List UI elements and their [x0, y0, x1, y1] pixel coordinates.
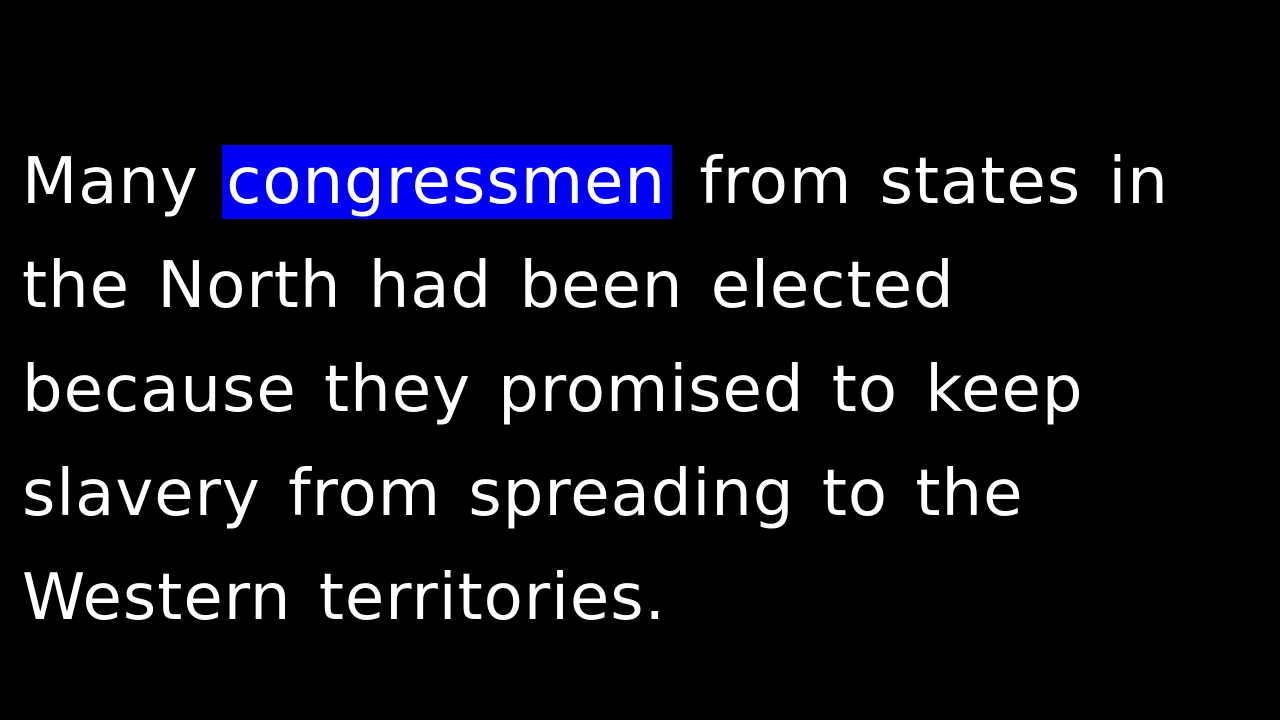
caption-line-4: slavery from spreading to the — [22, 457, 1024, 531]
caption-line-5: Western territories. — [22, 561, 666, 635]
caption-line-2: the North had been elected — [22, 249, 955, 323]
caption-line-3: because they promised to keep — [22, 353, 1084, 427]
caption-word-after: from states in — [699, 145, 1169, 219]
highlighted-word: congressmen — [222, 145, 672, 219]
caption-line-1: Many congressmen from states in — [22, 130, 1262, 234]
caption-word-before: Many — [22, 145, 199, 219]
caption-screen: Many congressmen from states in the Nort… — [0, 0, 1280, 720]
caption-text: Many congressmen from states in the Nort… — [22, 130, 1262, 650]
